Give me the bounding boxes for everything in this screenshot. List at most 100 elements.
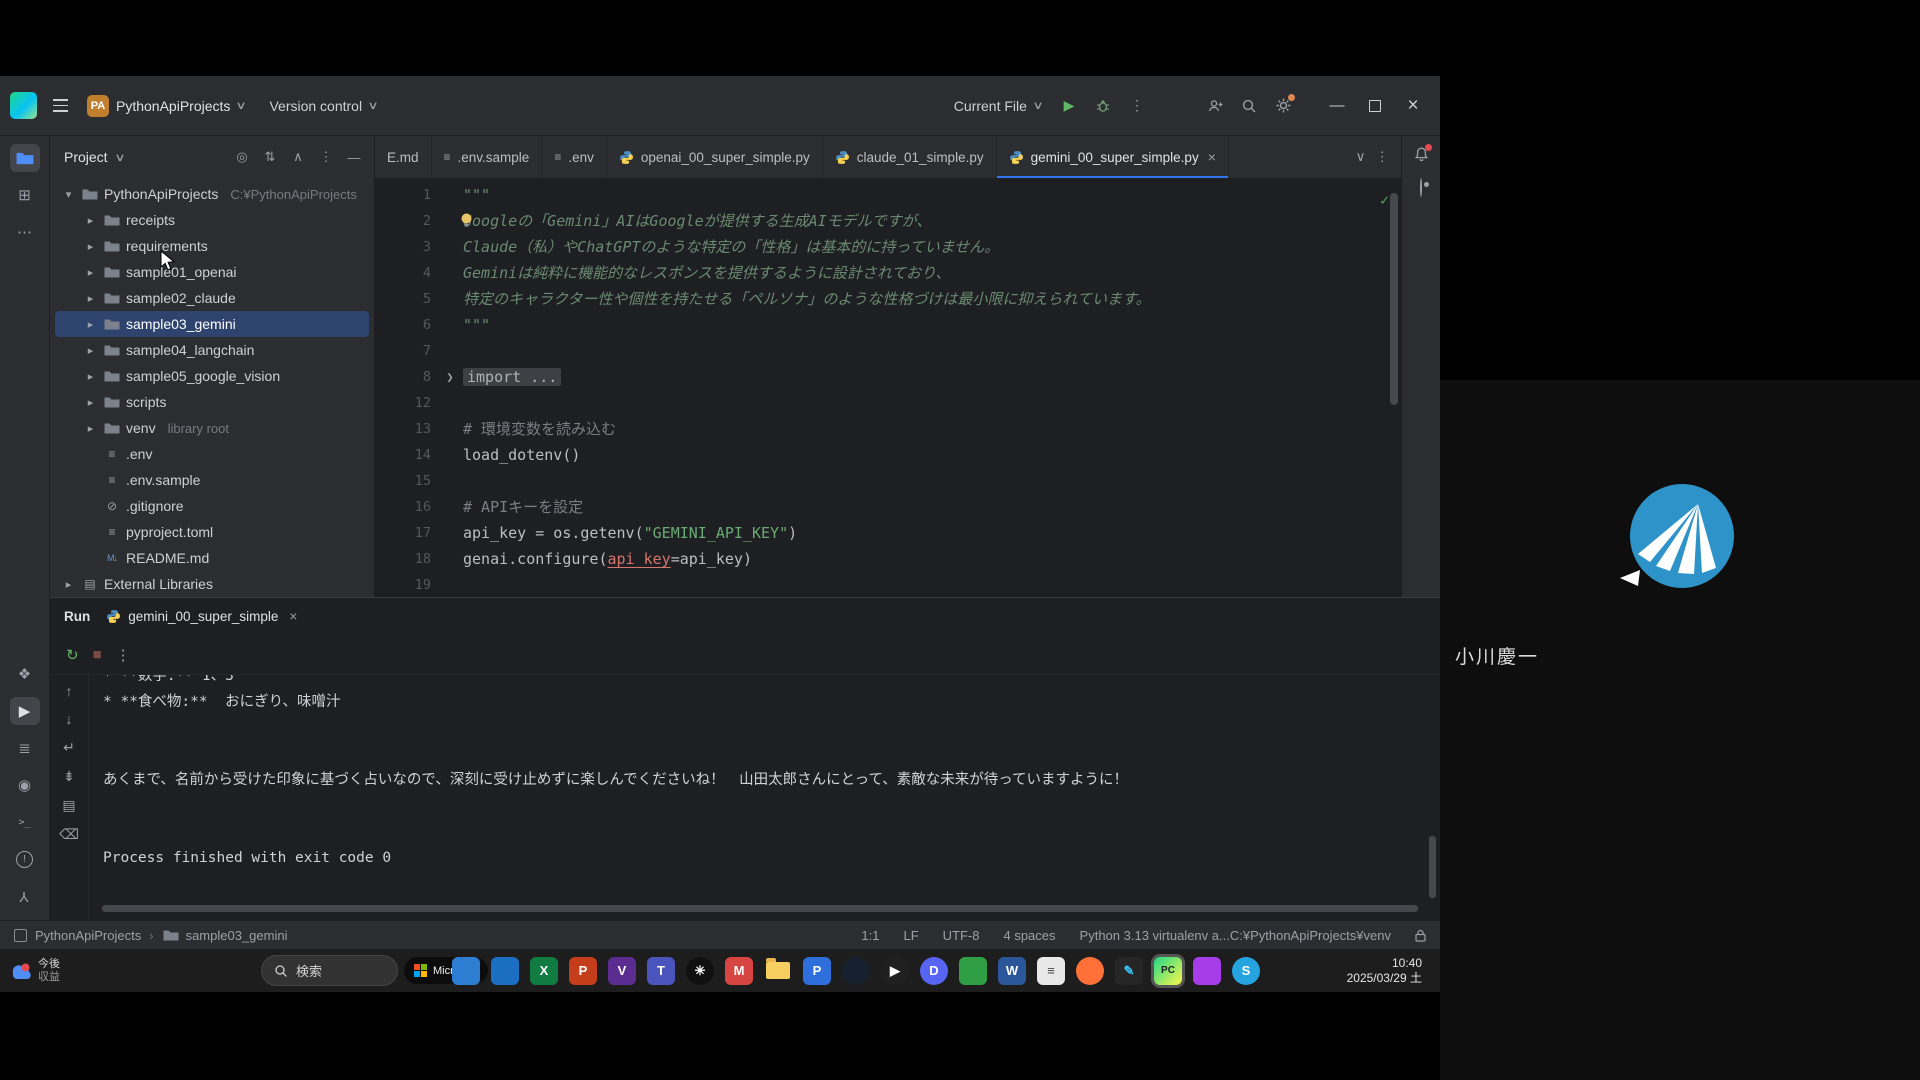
- tab-options-icon[interactable]: ⋮: [1376, 149, 1390, 165]
- tree-item-sample05_google_vision[interactable]: ▸sample05_google_vision: [55, 363, 369, 389]
- status-item-0[interactable]: 1:1: [861, 928, 879, 943]
- tree-item-.env.sample[interactable]: ≡.env.sample: [55, 467, 369, 493]
- version-control-icon[interactable]: Y: [10, 882, 40, 910]
- python-console-icon[interactable]: ◉: [10, 771, 40, 799]
- clear-output-icon[interactable]: ⌫: [59, 826, 79, 843]
- breadcrumb-folder[interactable]: sample03_gemini: [162, 928, 288, 943]
- tree-item-External Libraries[interactable]: ▸▤External Libraries: [55, 571, 369, 597]
- problems-icon[interactable]: !: [10, 845, 40, 873]
- terminal-icon[interactable]: >_: [10, 808, 40, 836]
- more-actions-button[interactable]: ⋮: [1122, 91, 1152, 121]
- tree-item-README.md[interactable]: M↓README.md: [55, 545, 369, 571]
- teams-icon[interactable]: T: [647, 957, 675, 985]
- project-panel-title[interactable]: Project: [64, 149, 108, 165]
- search-everywhere-button[interactable]: [1234, 91, 1264, 121]
- maximize-button[interactable]: [1358, 89, 1392, 123]
- python-packages-icon[interactable]: ❖: [10, 660, 40, 688]
- green-app-icon[interactable]: [959, 957, 987, 985]
- visual-studio-icon[interactable]: V: [608, 957, 636, 985]
- tree-item-sample01_openai[interactable]: ▸sample01_openai: [55, 259, 369, 285]
- project-switcher[interactable]: PA PythonApiProjects ∨: [79, 91, 253, 121]
- people-app-icon[interactable]: [452, 957, 480, 985]
- debug-button[interactable]: [1088, 91, 1118, 121]
- output-vertical-scrollbar[interactable]: [1429, 836, 1436, 898]
- run-button[interactable]: ▶: [1054, 91, 1084, 121]
- tree-item-.gitignore[interactable]: ⊘.gitignore: [55, 493, 369, 519]
- tree-item-sample02_claude[interactable]: ▸sample02_claude: [55, 285, 369, 311]
- widgets-button[interactable]: 今後 収益: [10, 958, 60, 984]
- tree-item-sample03_gemini[interactable]: ▸sample03_gemini: [55, 311, 369, 337]
- status-item-2[interactable]: UTF-8: [943, 928, 980, 943]
- tree-item-sample04_langchain[interactable]: ▸sample04_langchain: [55, 337, 369, 363]
- tree-item-receipts[interactable]: ▸receipts: [55, 207, 369, 233]
- expand-all-icon[interactable]: ⇅: [258, 145, 282, 169]
- status-item-3[interactable]: 4 spaces: [1003, 928, 1055, 943]
- structure-icon[interactable]: ⊞: [10, 181, 40, 209]
- soft-wrap-icon[interactable]: ↵: [63, 739, 75, 756]
- close-tab-icon[interactable]: ×: [1208, 149, 1216, 165]
- minimize-button[interactable]: —: [1320, 89, 1354, 123]
- run-configuration-selector[interactable]: Current File ∨: [946, 98, 1050, 114]
- notes-app-icon[interactable]: ≡: [1037, 957, 1065, 985]
- steam-icon[interactable]: [842, 957, 870, 985]
- scroll-to-end-icon[interactable]: ⇟: [63, 768, 75, 785]
- collapse-all-icon[interactable]: ∧: [286, 145, 310, 169]
- tree-item-PythonApiProjects[interactable]: ▾PythonApiProjectsC:¥PythonApiProjects: [55, 181, 369, 207]
- output-horizontal-scrollbar[interactable]: [102, 905, 1418, 912]
- version-control-menu[interactable]: Version control ∨: [259, 94, 387, 118]
- main-menu-button[interactable]: [47, 93, 73, 119]
- code-with-me-button[interactable]: [1200, 91, 1230, 121]
- code-editor[interactable]: 1"""2Googleの「Gemini」AIはGoogleが提供する生成AIモデ…: [375, 179, 1401, 597]
- tab-.env[interactable]: ≡.env: [542, 136, 607, 178]
- rerun-icon[interactable]: ↻: [66, 646, 79, 664]
- tab-openai_00_super_simple.py[interactable]: openai_00_super_simple.py: [607, 136, 823, 178]
- status-item-1[interactable]: LF: [903, 928, 918, 943]
- tab-.env.sample[interactable]: ≡.env.sample: [432, 136, 543, 178]
- taskbar-search[interactable]: 検索: [261, 955, 398, 986]
- mail-app-icon[interactable]: M: [725, 957, 753, 985]
- firefox-icon[interactable]: [1076, 957, 1104, 985]
- ai-assistant-button[interactable]: [1420, 179, 1422, 197]
- file-explorer-icon[interactable]: [764, 957, 792, 985]
- skype-icon[interactable]: S: [1232, 957, 1260, 985]
- pycharm-taskbar-icon[interactable]: PC: [1154, 957, 1182, 985]
- tab-overflow-icon[interactable]: ∨: [1356, 149, 1366, 165]
- tree-item-scripts[interactable]: ▸scripts: [55, 389, 369, 415]
- project-folder-icon[interactable]: [10, 144, 40, 172]
- word-icon[interactable]: W: [998, 957, 1026, 985]
- run-output-area[interactable]: * **数字:** 1、3* **食べ物:** おにぎり、味噌汁 あくまで、名前…: [89, 675, 1440, 920]
- close-button[interactable]: ×: [1396, 89, 1430, 123]
- media-player-icon[interactable]: ▶: [881, 957, 909, 985]
- editor-scrollbar[interactable]: [1390, 193, 1398, 405]
- tree-item-venv[interactable]: ▸venvlibrary root: [55, 415, 369, 441]
- breadcrumb-project[interactable]: PythonApiProjects: [35, 928, 141, 943]
- run-tab[interactable]: gemini_00_super_simple ×: [106, 609, 297, 624]
- more-options-icon[interactable]: ⋮: [314, 145, 338, 169]
- taskbar-clock[interactable]: 10:40 2025/03/29 土: [1347, 956, 1422, 986]
- discord-icon[interactable]: D: [920, 957, 948, 985]
- chatgpt-icon[interactable]: ✳: [686, 957, 714, 985]
- readonly-lock-icon[interactable]: [1415, 929, 1426, 942]
- tree-item-pyproject.toml[interactable]: ≡pyproject.toml: [55, 519, 369, 545]
- more-tool-windows-icon[interactable]: ⋯: [10, 218, 40, 246]
- status-item-4[interactable]: Python 3.13 virtualenv a...C:¥PythonApiP…: [1080, 928, 1391, 943]
- powerpoint-icon[interactable]: P: [569, 957, 597, 985]
- excel-icon[interactable]: X: [530, 957, 558, 985]
- run-tool-icon[interactable]: ▶: [10, 697, 40, 725]
- stop-icon[interactable]: ■: [93, 646, 102, 663]
- purple-app-icon[interactable]: [1193, 957, 1221, 985]
- inspections-ok-icon[interactable]: ✓: [1380, 187, 1389, 213]
- move-up-icon[interactable]: ↑: [66, 683, 73, 699]
- tab-E.md[interactable]: E.md: [375, 136, 432, 178]
- notifications-button[interactable]: [1413, 146, 1430, 163]
- pen-app-icon[interactable]: ✎: [1115, 957, 1143, 985]
- camera-app-icon[interactable]: [491, 957, 519, 985]
- services-icon[interactable]: ≣: [10, 734, 40, 762]
- hide-panel-icon[interactable]: —: [342, 145, 366, 169]
- move-down-icon[interactable]: ↓: [66, 711, 73, 727]
- more-run-options-icon[interactable]: ⋮: [116, 646, 131, 664]
- select-opened-file-icon[interactable]: ◎: [230, 145, 254, 169]
- tree-item-.env[interactable]: ≡.env: [55, 441, 369, 467]
- python-app-icon[interactable]: P: [803, 957, 831, 985]
- settings-button[interactable]: [1268, 91, 1298, 121]
